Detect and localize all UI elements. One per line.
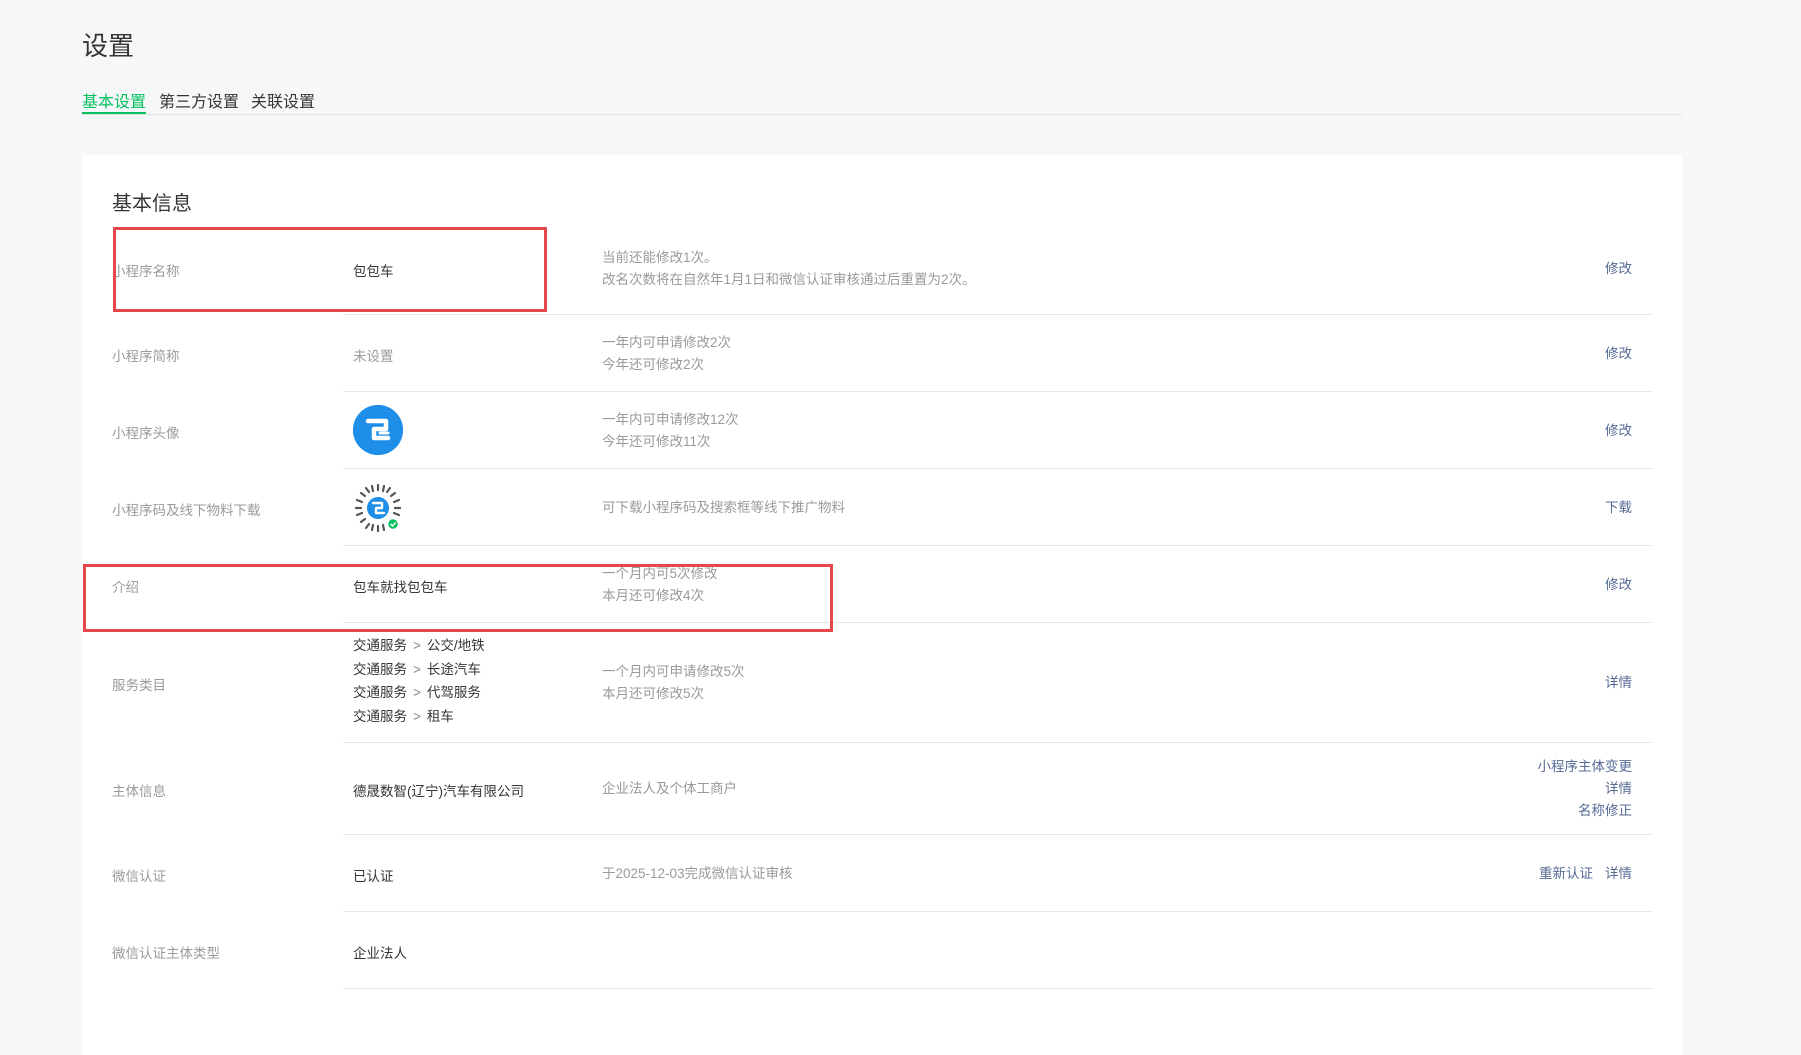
short-name-value: 未设置 <box>353 349 394 364</box>
row-description: 当前还能修改1次。 改名次数将在自然年1月1日和微信认证审核通过后重置为2次。 <box>602 247 976 291</box>
tab-linked-settings[interactable]: 关联设置 <box>251 88 315 114</box>
row-label: 介绍 <box>112 580 139 595</box>
subcategory: 长途汽车 <box>426 661 481 677</box>
subcategory: 代驾服务 <box>426 685 481 700</box>
category: 交通服务 <box>353 661 407 677</box>
verification-subject-type-value: 企业法人 <box>353 946 407 961</box>
name-correction-link[interactable]: 名称修正 <box>1578 803 1632 818</box>
service-category-list: 交通服务 > 公交/地铁 交通服务 > 长途汽车 交通服务 > 代驾服务 交通服务 > 租车 <box>353 634 485 728</box>
row-mini-program-name: 小程序名称 包包车 当前还能修改1次。 改名次数将在自然年1月1日和微信认证审核… <box>112 223 1652 315</box>
desc-line: 一年内可申请修改2次 <box>602 335 732 350</box>
service-details-link[interactable]: 详情 <box>1605 675 1632 690</box>
separator: > <box>413 638 421 653</box>
row-actions: 小程序主体变更 详情 名称修正 <box>1538 756 1633 822</box>
row-label: 小程序简称 <box>112 349 180 364</box>
row-actions: 详情 <box>1605 672 1632 694</box>
desc-line: 一个月内可5次修改 <box>602 566 718 581</box>
service-category-item: 交通服务 > 代驾服务 <box>353 681 485 705</box>
edit-name-link[interactable]: 修改 <box>1605 261 1632 276</box>
desc-line: 当前还能修改1次。 <box>602 250 718 265</box>
desc-line: 今年还可修改2次 <box>602 357 705 372</box>
separator: > <box>413 661 421 677</box>
subject-change-link[interactable]: 小程序主体变更 <box>1538 759 1633 774</box>
row-actions: 重新认证 详情 <box>1527 863 1632 885</box>
desc-line: 一年内可申请修改12次 <box>602 412 739 427</box>
row-mini-program-code: 小程序码及线下物料下载 可下载小程序码及搜索框等线下推广物料 下载 <box>112 469 1652 546</box>
row-intro: 介绍 包车就找包包车 一个月内可5次修改 本月还可修改4次 修改 <box>112 546 1652 623</box>
row-description: 于2025-12-03完成微信认证审核 <box>602 863 793 885</box>
mini-program-avatar-icon <box>353 405 403 455</box>
separator: > <box>413 708 421 724</box>
desc-line: 本月还可修改5次 <box>602 686 705 701</box>
row-label: 微信认证主体类型 <box>112 946 220 961</box>
intro-value: 包车就找包包车 <box>353 580 448 595</box>
row-short-name: 小程序简称 未设置 一年内可申请修改2次 今年还可修改2次 修改 <box>112 315 1652 392</box>
desc-line: 于2025-12-03完成微信认证审核 <box>602 866 793 881</box>
desc-line: 改名次数将在自然年1月1日和微信认证审核通过后重置为2次。 <box>602 272 976 287</box>
subject-name-value: 德晟数智(辽宁)汽车有限公司 <box>353 784 524 799</box>
row-label: 服务类目 <box>112 678 166 693</box>
row-avatar: 小程序头像 一年内可申请修改12次 今年还可修改11次 修改 <box>112 392 1652 469</box>
row-description: 可下载小程序码及搜索框等线下推广物料 <box>602 497 845 519</box>
desc-line: 一个月内可申请修改5次 <box>602 664 745 679</box>
subcategory: 租车 <box>426 708 454 724</box>
service-category-item: 交通服务 > 租车 <box>353 705 485 729</box>
page-title: 设置 <box>82 31 135 61</box>
row-label: 小程序码及线下物料下载 <box>112 503 261 518</box>
row-description: 一年内可申请修改2次 今年还可修改2次 <box>602 332 731 376</box>
verification-details-link[interactable]: 详情 <box>1605 866 1632 881</box>
separator: > <box>413 685 421 700</box>
row-description: 一年内可申请修改12次 今年还可修改11次 <box>602 409 739 453</box>
edit-avatar-link[interactable]: 修改 <box>1605 423 1632 438</box>
settings-tabs: 基本设置 第三方设置 关联设置 <box>82 84 1682 115</box>
section-title: 基本信息 <box>112 193 192 215</box>
tab-basic-settings[interactable]: 基本设置 <box>82 88 147 114</box>
service-category-item: 交通服务 > 长途汽车 <box>353 658 485 682</box>
edit-intro-link[interactable]: 修改 <box>1605 577 1632 592</box>
row-label: 微信认证 <box>112 869 166 884</box>
desc-line: 企业法人及个体工商户 <box>602 781 737 796</box>
subject-details-link[interactable]: 详情 <box>1605 781 1632 796</box>
category: 交通服务 <box>353 638 407 653</box>
row-service-categories: 服务类目 交通服务 > 公交/地铁 交通服务 > 长途汽车 交通服务 > 代驾服务 交通服务… <box>112 623 1652 743</box>
desc-line: 可下载小程序码及搜索框等线下推广物料 <box>602 500 845 515</box>
row-verification-subject-type: 微信认证主体类型 企业法人 <box>112 912 1652 989</box>
subcategory: 公交/地铁 <box>426 638 485 653</box>
row-actions: 修改 <box>1605 258 1632 280</box>
edit-short-name-link[interactable]: 修改 <box>1605 346 1632 361</box>
row-description: 一个月内可5次修改 本月还可修改4次 <box>602 563 718 607</box>
basic-info-card: 基本信息 小程序名称 包包车 当前还能修改1次。 改名次数将在自然年1月1日和微… <box>82 155 1682 1055</box>
tab-third-party-settings[interactable]: 第三方设置 <box>159 88 239 114</box>
reverify-link[interactable]: 重新认证 <box>1539 866 1593 881</box>
service-category-item: 交通服务 > 公交/地铁 <box>353 634 485 658</box>
row-wechat-verification: 微信认证 已认证 于2025-12-03完成微信认证审核 重新认证 详情 <box>112 835 1652 912</box>
row-description: 企业法人及个体工商户 <box>602 778 737 800</box>
category: 交通服务 <box>353 708 407 724</box>
row-subject-info: 主体信息 德晟数智(辽宁)汽车有限公司 企业法人及个体工商户 小程序主体变更 详… <box>112 743 1652 835</box>
mini-program-code-icon[interactable] <box>353 483 403 533</box>
mini-program-name-value: 包包车 <box>353 264 394 279</box>
download-code-link[interactable]: 下载 <box>1605 500 1632 515</box>
row-actions: 下载 <box>1605 497 1632 519</box>
row-description: 一个月内可申请修改5次 本月还可修改5次 <box>602 661 745 705</box>
row-label: 小程序头像 <box>112 426 180 441</box>
row-partially-visible <box>112 989 1652 1055</box>
desc-line: 今年还可修改11次 <box>602 434 711 449</box>
row-label: 主体信息 <box>112 784 166 799</box>
row-label: 小程序名称 <box>112 264 180 279</box>
desc-line: 本月还可修改4次 <box>602 588 705 603</box>
verification-status-value: 已认证 <box>353 869 394 884</box>
row-actions: 修改 <box>1605 420 1632 442</box>
category: 交通服务 <box>353 685 407 700</box>
row-actions: 修改 <box>1605 574 1632 596</box>
row-actions: 修改 <box>1605 343 1632 365</box>
